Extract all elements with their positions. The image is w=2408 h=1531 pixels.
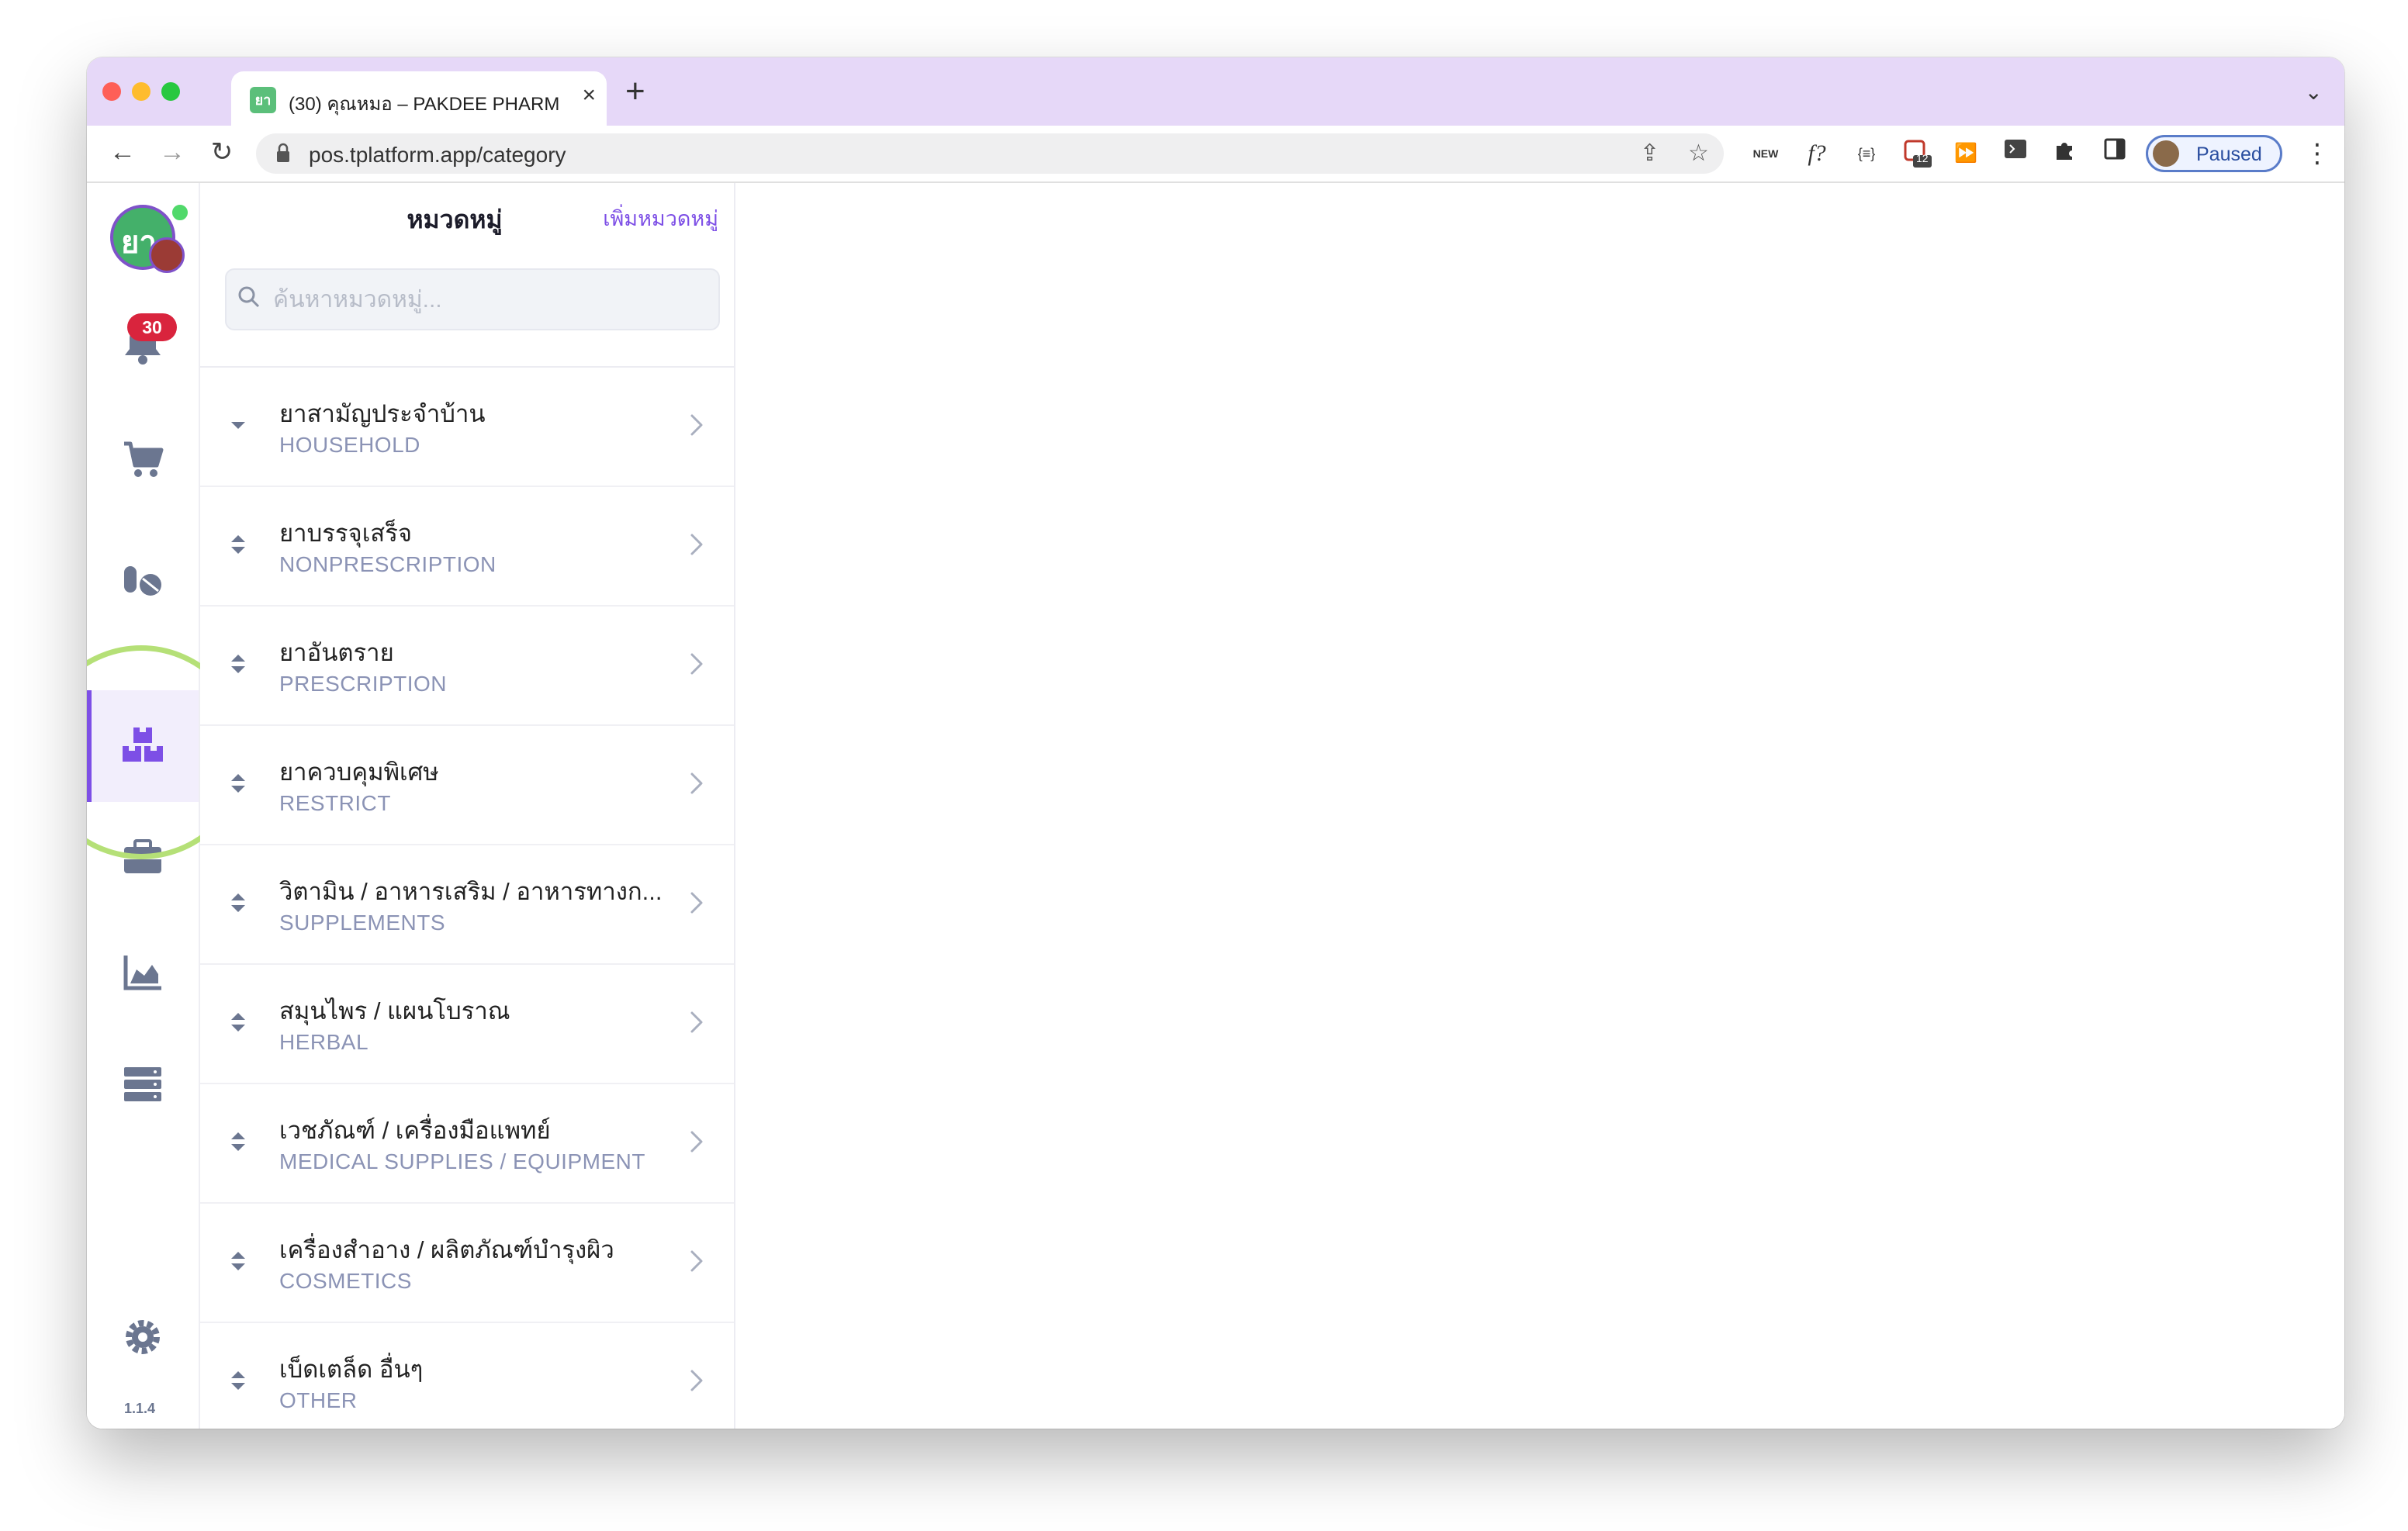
sort-handle-icon[interactable] [230, 1249, 247, 1274]
chevron-right-icon[interactable] [687, 769, 706, 797]
category-code: RESTRICT [279, 791, 391, 815]
cart-icon[interactable] [121, 437, 164, 481]
sort-handle-icon[interactable] [230, 1368, 247, 1393]
chevron-right-icon[interactable] [687, 650, 706, 678]
browser-toolbar: ← → ↻ pos.tplatform.app/category ⇪ ☆ NEW… [87, 126, 2344, 183]
category-code: MEDICAL SUPPLIES / EQUIPMENT [279, 1149, 645, 1173]
url-text: pos.tplatform.app/category [309, 143, 566, 167]
main-content-area [735, 183, 2344, 1429]
add-category-button[interactable]: เพิ่มหมวดหมู่ [603, 202, 718, 235]
tab-close-icon[interactable]: × [582, 84, 596, 107]
share-icon[interactable]: ⇪ [1640, 140, 1659, 167]
chart-icon[interactable] [121, 951, 164, 994]
category-code: NONPRESCRIPTION [279, 552, 496, 576]
category-code: COSMETICS [279, 1269, 412, 1293]
notification-badge: 30 [127, 313, 177, 341]
tab-title: (30) คุณหมอ – PAKDEE PHARM [289, 94, 560, 115]
chevron-right-icon[interactable] [687, 1128, 706, 1156]
profile-button[interactable]: Paused [2146, 135, 2282, 172]
address-bar[interactable]: pos.tplatform.app/category ⇪ ☆ [256, 133, 1724, 174]
category-row[interactable]: เวชภัณฑ์ / เครื่องมือแพทย์ MEDICAL SUPPLI… [200, 1084, 734, 1204]
profile-status-label: Paused [2196, 143, 2262, 165]
sort-handle-icon[interactable] [230, 532, 247, 557]
chevron-right-icon[interactable] [687, 1247, 706, 1275]
category-panel: หมวดหมู่ เพิ่มหมวดหมู่ ยาสามัญประจำบ้านH… [200, 183, 735, 1429]
search-icon [238, 286, 260, 308]
chevron-right-icon[interactable] [687, 530, 706, 558]
app-content: ยา 30 1.1.4 หมวดหมู่ เพิ่มหมวดหมู่ ค้นหา… [87, 183, 2344, 1429]
bookmark-star-icon[interactable]: ☆ [1688, 140, 1709, 167]
category-name: เวชภัณฑ์ / เครื่องมือแพทย์ [279, 1117, 551, 1144]
tab-active[interactable]: ยา (30) คุณหมอ – PAKDEE PHARM × [231, 71, 607, 126]
gear-icon[interactable] [121, 1315, 164, 1359]
tab-search-chevron-icon[interactable]: ⌄ [2305, 79, 2323, 105]
category-code: OTHER [279, 1388, 358, 1412]
new-badge-icon[interactable]: NEW [1750, 138, 1781, 169]
category-code: PRESCRIPTION [279, 672, 448, 696]
category-code: HOUSEHOLD [279, 433, 420, 457]
browser-menu-icon[interactable]: ⋮ [2304, 138, 2330, 169]
new-tab-icon[interactable]: + [625, 74, 645, 109]
chevron-right-icon[interactable] [687, 889, 706, 917]
chevron-right-icon[interactable] [687, 1367, 706, 1394]
category-name: วิตามิน / อาหารเสริม / อาหารทางก... [279, 878, 663, 905]
category-row[interactable]: เครื่องสำอาง / ผลิตภัณฑ์บำรุงผิว COSMETIC… [200, 1204, 734, 1323]
minimize-window-button[interactable] [132, 82, 150, 101]
terminal-icon[interactable] [2000, 138, 2031, 169]
reload-icon[interactable]: ↻ [205, 135, 239, 169]
sort-handle-icon[interactable] [230, 771, 247, 796]
server-icon[interactable] [121, 1063, 164, 1106]
back-arrow-icon[interactable]: ← [106, 135, 140, 169]
search-input[interactable] [272, 281, 709, 320]
user-avatar[interactable] [149, 237, 185, 273]
chevron-right-icon[interactable] [687, 1008, 706, 1036]
collapse-caret-icon[interactable] [230, 413, 247, 437]
lock-icon [277, 143, 289, 162]
category-name: เบ็ดเตล็ด อื่นๆ [279, 1356, 424, 1383]
tab-favicon-icon: ยา [250, 87, 276, 113]
close-window-button[interactable] [102, 82, 121, 101]
category-row[interactable]: วิตามิน / อาหารเสริม / อาหารทางก... SUPPL… [200, 845, 734, 965]
category-name: ยาอันตราย [279, 639, 394, 666]
category-row[interactable]: ยาสามัญประจำบ้าน HOUSEHOLD [200, 368, 734, 487]
app-version: 1.1.4 [124, 1401, 156, 1416]
fast-forward-icon[interactable]: ⏩ [1950, 138, 1981, 169]
category-row[interactable]: ยาอันตราย PRESCRIPTION [200, 607, 734, 726]
category-name: ยาบรรจุเสร็จ [279, 520, 413, 547]
json-braces-icon[interactable]: {≡} [1851, 138, 1882, 169]
tab-strip: ยา (30) คุณหมอ – PAKDEE PHARM × + ⌄ [87, 57, 2344, 126]
category-row[interactable]: ยาควบคุมพิเศษ RESTRICT [200, 726, 734, 845]
chevron-right-icon[interactable] [687, 411, 706, 439]
category-row[interactable]: เบ็ดเตล็ด อื่นๆ OTHER [200, 1323, 734, 1429]
category-list: ยาสามัญประจำบ้าน HOUSEHOLD ยาบรรจุเสร็จ NON… [200, 368, 734, 1429]
puzzle-icon[interactable] [2050, 138, 2081, 169]
sort-handle-icon[interactable] [230, 651, 247, 676]
category-code: HERBAL [279, 1030, 369, 1054]
extension-badge-count: 12 [1916, 152, 1929, 164]
sort-handle-icon[interactable] [230, 1010, 247, 1035]
category-code: SUPPLEMENTS [279, 911, 445, 935]
sort-handle-icon[interactable] [230, 890, 247, 915]
category-name: ยาสามัญประจำบ้าน [279, 400, 486, 427]
forward-arrow-icon[interactable]: → [155, 135, 189, 169]
sort-handle-icon[interactable] [230, 1129, 247, 1154]
avatar [2153, 140, 2179, 167]
category-row[interactable]: สมุนไพร / แผนโบราณ HERBAL [200, 965, 734, 1084]
browser-window: ยา (30) คุณหมอ – PAKDEE PHARM × + ⌄ ← → … [87, 57, 2344, 1429]
search-box [225, 268, 720, 330]
extension-badge-icon[interactable]: 12 [1902, 138, 1933, 169]
category-name: เครื่องสำอาง / ผลิตภัณฑ์บำรุงผิว [279, 1236, 614, 1263]
f-question-icon[interactable]: f? [1801, 138, 1832, 169]
pills-icon[interactable] [121, 555, 164, 599]
maximize-window-button[interactable] [161, 82, 180, 101]
category-name: ยาควบคุมพิเศษ [279, 759, 439, 786]
sidebar-icon[interactable] [2099, 138, 2130, 169]
category-name: สมุนไพร / แผนโบราณ [279, 997, 510, 1025]
category-row[interactable]: ยาบรรจุเสร็จ NONPRESCRIPTION [200, 487, 734, 607]
online-status-dot [171, 203, 189, 222]
